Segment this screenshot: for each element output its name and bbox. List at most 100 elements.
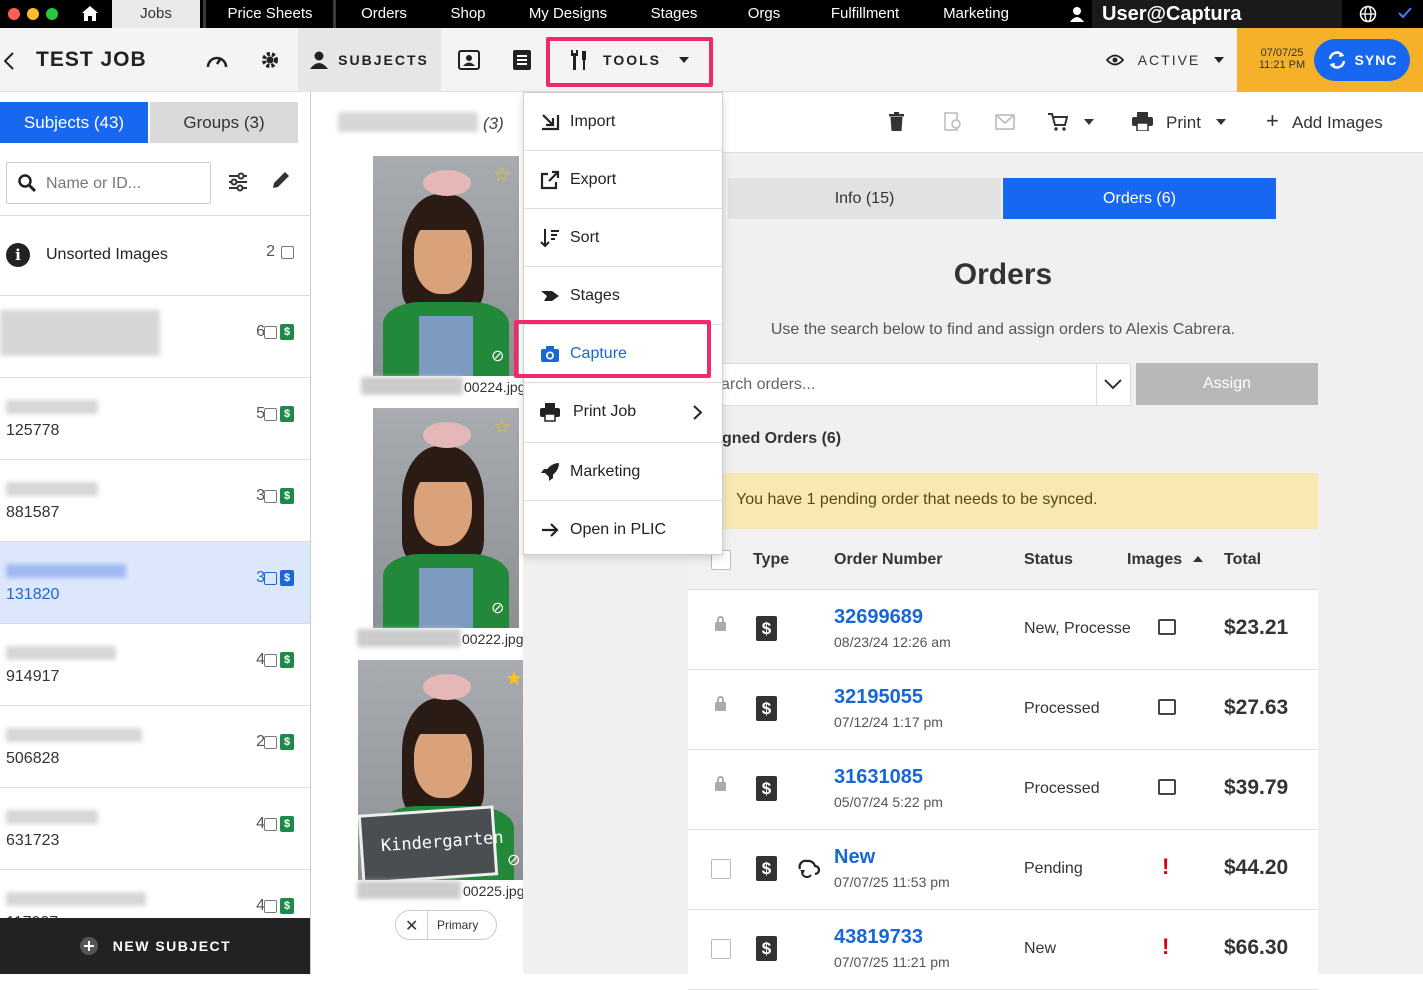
menu-item-marketing[interactable]: Marketing [524, 443, 722, 501]
hidden-eye-icon[interactable]: ⊘ [491, 346, 504, 366]
nav-orders[interactable]: Orders [352, 0, 416, 28]
subject-photo[interactable] [373, 156, 519, 376]
search-input[interactable]: Name or ID... [46, 175, 141, 193]
subject-photo[interactable] [373, 408, 519, 628]
menu-item-import[interactable]: Import [524, 93, 722, 151]
col-order-number[interactable]: Order Number [834, 551, 942, 569]
window-zoom-dot[interactable] [46, 8, 58, 20]
star-outline-icon[interactable]: ☆ [493, 414, 511, 439]
row-checkbox[interactable] [711, 859, 731, 879]
dashboard-gauge-icon[interactable] [206, 51, 228, 69]
window-close-dot[interactable] [8, 8, 20, 20]
subject-photo[interactable]: Kindergarten [358, 660, 533, 880]
subject-search-box[interactable]: Name or ID... [6, 162, 211, 204]
trash-icon[interactable] [889, 112, 904, 131]
image-icon[interactable] [1158, 619, 1176, 635]
subjects-tab[interactable]: SUBJECTS [298, 28, 441, 92]
caret-down-icon[interactable] [1084, 119, 1094, 125]
user-account-label[interactable]: User@Captura [1092, 0, 1342, 28]
globe-icon[interactable] [1359, 5, 1377, 23]
image-icon[interactable] [1158, 779, 1176, 795]
list-item[interactable]: 631723 4 $ [0, 788, 310, 870]
edit-pencil-icon[interactable] [271, 171, 290, 190]
document-edit-icon[interactable] [944, 112, 961, 131]
col-status[interactable]: Status [1024, 551, 1073, 569]
order-date: 07/07/25 11:21 pm [834, 954, 950, 970]
cart-icon[interactable] [1048, 113, 1068, 131]
list-item[interactable]: 881587 3 $ [0, 460, 310, 542]
tab-groups[interactable]: Groups (3) [150, 102, 298, 143]
nav-shop[interactable]: Shop [442, 0, 494, 28]
list-item-selected[interactable]: 131820 3 $ [0, 542, 310, 624]
table-row[interactable]: $ 43819733 07/07/25 11:21 pm New ! $66.3… [688, 910, 1318, 990]
sort-up-icon[interactable] [1193, 556, 1203, 562]
new-subject-button[interactable]: NEW SUBJECT [0, 918, 310, 974]
filter-sliders-icon[interactable] [228, 172, 248, 192]
back-chevron-icon[interactable] [4, 52, 14, 70]
table-row[interactable]: $ 31631085 05/07/24 5:22 pm Processed $3… [688, 750, 1318, 830]
hidden-eye-icon[interactable]: ⊘ [491, 598, 504, 618]
star-outline-icon[interactable]: ☆ [493, 162, 511, 187]
col-total[interactable]: Total [1224, 551, 1261, 569]
home-icon[interactable] [81, 5, 99, 22]
menu-item-sort[interactable]: Sort [524, 209, 722, 267]
sync-button[interactable]: SYNC [1314, 39, 1410, 81]
table-row[interactable]: $ 32195055 07/12/24 1:17 pm Processed $2… [688, 670, 1318, 750]
window-minimize-dot[interactable] [27, 8, 39, 20]
hidden-eye-icon[interactable]: ⊘ [507, 850, 520, 870]
orders-heading: Orders [953, 258, 1053, 291]
menu-item-print-job[interactable]: Print Job [524, 383, 722, 443]
primary-badge[interactable]: ✕ Primary [395, 910, 497, 940]
email-icon[interactable] [995, 114, 1015, 130]
list-item[interactable]: 914917 4 $ [0, 624, 310, 706]
nav-price-sheets[interactable]: Price Sheets [220, 0, 320, 28]
menu-item-open-in-plic[interactable]: Open in PLIC [524, 501, 722, 559]
order-date: 08/23/24 12:26 am [834, 634, 951, 650]
tab-subjects[interactable]: Subjects (43) [0, 102, 148, 143]
menu-item-export[interactable]: Export [524, 151, 722, 209]
nav-marketing[interactable]: Marketing [935, 0, 1017, 28]
nav-orgs[interactable]: Orgs [738, 0, 790, 28]
remove-primary-icon[interactable]: ✕ [405, 916, 418, 936]
star-filled-icon[interactable]: ★ [505, 666, 523, 691]
add-images-button[interactable]: Add Images [1292, 113, 1383, 133]
image-icon[interactable] [1158, 699, 1176, 715]
plus-icon: + [1266, 108, 1279, 133]
order-number[interactable]: 32195055 [834, 686, 923, 709]
nav-stages[interactable]: Stages [644, 0, 704, 28]
col-type[interactable]: Type [753, 551, 789, 569]
assign-button[interactable]: Assign [1136, 363, 1318, 405]
tab-orders[interactable]: Orders (6) [1003, 178, 1276, 219]
unsorted-images-row[interactable]: i Unsorted Images 2 [0, 215, 310, 296]
order-number[interactable]: 31631085 [834, 766, 923, 789]
print-button[interactable]: Print [1166, 113, 1201, 133]
check-icon[interactable] [1398, 7, 1412, 19]
order-number[interactable]: 32699689 [834, 606, 923, 629]
caret-down-icon[interactable] [1216, 119, 1226, 125]
nav-my-designs[interactable]: My Designs [520, 0, 616, 28]
order-search-input[interactable]: arch orders... [721, 376, 815, 394]
col-images[interactable]: Images [1127, 551, 1182, 569]
chevron-down-icon[interactable] [1104, 379, 1122, 390]
list-item[interactable]: 125778 5 $ [0, 378, 310, 460]
id-card-icon[interactable] [513, 50, 531, 70]
menu-item-stages[interactable]: Stages [524, 267, 722, 325]
primary-label: Primary [437, 918, 479, 932]
order-total: $23.21 [1224, 616, 1289, 639]
table-row[interactable]: $ New 07/07/25 11:53 pm Pending ! $44.20 [688, 830, 1318, 910]
row-checkbox[interactable] [711, 939, 731, 959]
order-number[interactable]: New [834, 846, 875, 869]
photo-card-icon[interactable] [458, 50, 480, 70]
tab-info[interactable]: Info (15) [728, 178, 1001, 219]
list-item[interactable]: 506828 2 $ [0, 706, 310, 788]
order-search-box[interactable]: arch orders... [700, 363, 1131, 406]
nav-jobs[interactable]: Jobs [112, 0, 200, 28]
table-row[interactable]: $ 32699689 08/23/24 12:26 am New, Proces… [688, 590, 1318, 670]
dollar-icon: $ [280, 734, 294, 750]
status-dropdown[interactable]: ACTIVE [1105, 28, 1225, 92]
settings-gear-icon[interactable] [260, 50, 280, 70]
list-item[interactable]: 6 $ [0, 296, 310, 378]
nav-fulfillment[interactable]: Fulfillment [822, 0, 908, 28]
assigned-orders-label: gned Orders (6) [722, 430, 842, 447]
order-number[interactable]: 43819733 [834, 926, 923, 949]
